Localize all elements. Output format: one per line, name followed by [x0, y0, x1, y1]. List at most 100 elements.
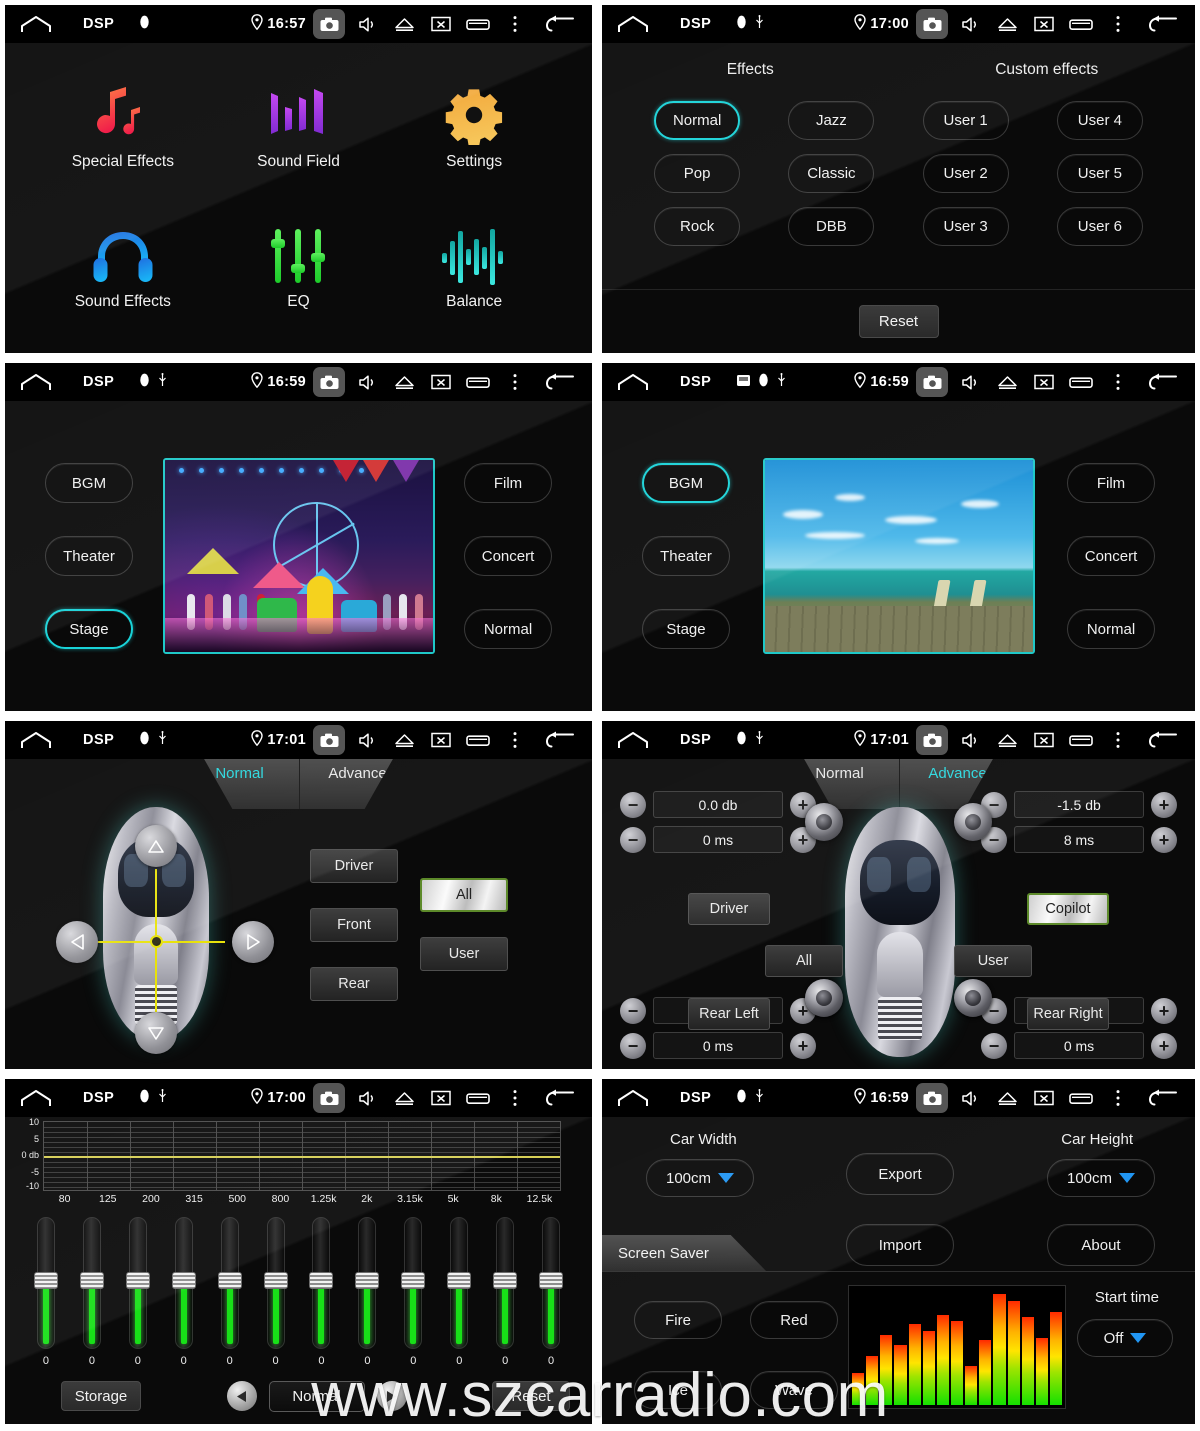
- eq-band-knob[interactable]: [217, 1272, 242, 1289]
- home-item-settings[interactable]: Settings: [386, 55, 562, 195]
- balance-position-marker[interactable]: [150, 935, 163, 948]
- sound-field-button-normal[interactable]: Normal: [464, 609, 552, 649]
- recents-icon[interactable]: [1066, 369, 1096, 395]
- recents-icon[interactable]: [463, 369, 493, 395]
- recents-icon[interactable]: [1066, 1085, 1096, 1111]
- front-left-delay-minus[interactable]: −: [620, 826, 646, 853]
- screen-off-icon[interactable]: [426, 1085, 456, 1111]
- eject-icon[interactable]: [992, 369, 1022, 395]
- balance-preset-rear[interactable]: Rear: [310, 967, 398, 1001]
- balance-preset-all[interactable]: All: [420, 878, 508, 912]
- volume-icon[interactable]: [352, 369, 382, 395]
- sound-field-button-film[interactable]: Film: [464, 463, 552, 503]
- saver-option-red[interactable]: Red: [750, 1301, 838, 1339]
- camera-icon[interactable]: [313, 1083, 345, 1113]
- home-icon[interactable]: [19, 730, 53, 750]
- rear-left-delay-plus[interactable]: +: [790, 1032, 816, 1059]
- eq-band-knob[interactable]: [171, 1272, 196, 1289]
- eq-band-slider[interactable]: [447, 1217, 472, 1349]
- rear-right-delay-value[interactable]: 0 ms: [1014, 1032, 1144, 1059]
- eq-band-slider[interactable]: [263, 1217, 288, 1349]
- rear-right-delay-plus[interactable]: +: [1151, 1032, 1177, 1059]
- balance-right-button[interactable]: [232, 921, 274, 963]
- position-preset-all[interactable]: All: [765, 945, 843, 977]
- sound-field-button-normal[interactable]: Normal: [1067, 609, 1155, 649]
- balance-up-button[interactable]: [135, 825, 177, 867]
- front-left-gain-value[interactable]: 0.0 db: [653, 791, 783, 818]
- camera-icon[interactable]: [916, 725, 948, 755]
- effect-button-jazz[interactable]: Jazz: [788, 101, 875, 140]
- eq-band-slider[interactable]: [309, 1217, 334, 1349]
- home-item-special-effects[interactable]: Special Effects: [35, 55, 211, 195]
- effect-button-classic[interactable]: Classic: [788, 154, 875, 193]
- effect-button-normal[interactable]: Normal: [654, 101, 741, 140]
- tab-advance[interactable]: Advance: [299, 759, 393, 782]
- next-icon[interactable]: [376, 1381, 407, 1411]
- custom-effect-user-6[interactable]: User 6: [1056, 207, 1143, 246]
- eject-icon[interactable]: [992, 11, 1022, 37]
- camera-icon[interactable]: [916, 1083, 948, 1113]
- eject-icon[interactable]: [389, 727, 419, 753]
- effect-button-pop[interactable]: Pop: [654, 154, 741, 193]
- eq-band-slider[interactable]: [171, 1217, 196, 1349]
- front-right-delay-value[interactable]: 8 ms: [1014, 826, 1144, 853]
- home-item-sound-effects[interactable]: Sound Effects: [35, 195, 211, 335]
- volume-icon[interactable]: [955, 369, 985, 395]
- eq-band-knob[interactable]: [125, 1272, 150, 1289]
- recents-icon[interactable]: [463, 1085, 493, 1111]
- eq-band-slider[interactable]: [539, 1217, 564, 1349]
- overflow-icon[interactable]: [500, 1085, 530, 1111]
- home-icon[interactable]: [616, 372, 650, 392]
- front-right-delay-plus[interactable]: +: [1151, 826, 1177, 853]
- position-preset-user[interactable]: User: [954, 945, 1032, 977]
- back-icon[interactable]: [1143, 368, 1183, 396]
- overflow-icon[interactable]: [1103, 727, 1133, 753]
- saver-option-ice[interactable]: Ice: [634, 1371, 722, 1409]
- eq-band-slider[interactable]: [401, 1217, 426, 1349]
- back-icon[interactable]: [1143, 1084, 1183, 1112]
- screen-off-icon[interactable]: [1029, 1085, 1059, 1111]
- eq-reset-button[interactable]: Reset: [492, 1381, 570, 1411]
- sound-field-button-concert[interactable]: Concert: [464, 536, 552, 576]
- import-button[interactable]: Import: [846, 1224, 954, 1266]
- volume-icon[interactable]: [955, 1085, 985, 1111]
- start-time-dropdown[interactable]: Off: [1077, 1319, 1173, 1357]
- overflow-icon[interactable]: [500, 369, 530, 395]
- eq-band-knob[interactable]: [539, 1272, 564, 1289]
- volume-icon[interactable]: [955, 727, 985, 753]
- camera-icon[interactable]: [313, 9, 345, 39]
- eject-icon[interactable]: [389, 369, 419, 395]
- rear-left-delay-value[interactable]: 0 ms: [653, 1032, 783, 1059]
- back-icon[interactable]: [540, 726, 580, 754]
- eq-band-slider[interactable]: [217, 1217, 242, 1349]
- overflow-icon[interactable]: [1103, 1085, 1133, 1111]
- eq-band-knob[interactable]: [493, 1272, 518, 1289]
- screen-off-icon[interactable]: [426, 727, 456, 753]
- eq-band-knob[interactable]: [447, 1272, 472, 1289]
- tab-normal[interactable]: Normal: [804, 759, 898, 782]
- front-right-gain-value[interactable]: -1.5 db: [1014, 791, 1144, 818]
- custom-effect-user-5[interactable]: User 5: [1056, 154, 1143, 193]
- eject-icon[interactable]: [389, 1085, 419, 1111]
- volume-icon[interactable]: [955, 11, 985, 37]
- eq-band-knob[interactable]: [263, 1272, 288, 1289]
- rear-left-gain-minus[interactable]: −: [620, 997, 646, 1024]
- eq-band-knob[interactable]: [309, 1272, 334, 1289]
- camera-icon[interactable]: [313, 725, 345, 755]
- screen-off-icon[interactable]: [426, 11, 456, 37]
- camera-icon[interactable]: [916, 9, 948, 39]
- custom-effect-user-1[interactable]: User 1: [922, 101, 1009, 140]
- eq-band-knob[interactable]: [355, 1272, 380, 1289]
- home-icon[interactable]: [19, 1088, 53, 1108]
- eject-icon[interactable]: [992, 727, 1022, 753]
- saver-option-wave[interactable]: Wave: [750, 1371, 838, 1409]
- back-icon[interactable]: [540, 1084, 580, 1112]
- home-icon[interactable]: [19, 14, 53, 34]
- volume-icon[interactable]: [352, 1085, 382, 1111]
- back-icon[interactable]: [1143, 726, 1183, 754]
- home-icon[interactable]: [616, 14, 650, 34]
- home-icon[interactable]: [19, 372, 53, 392]
- rear-right-gain-plus[interactable]: +: [1151, 997, 1177, 1024]
- about-button[interactable]: About: [1047, 1224, 1155, 1266]
- front-right-gain-plus[interactable]: +: [1151, 791, 1177, 818]
